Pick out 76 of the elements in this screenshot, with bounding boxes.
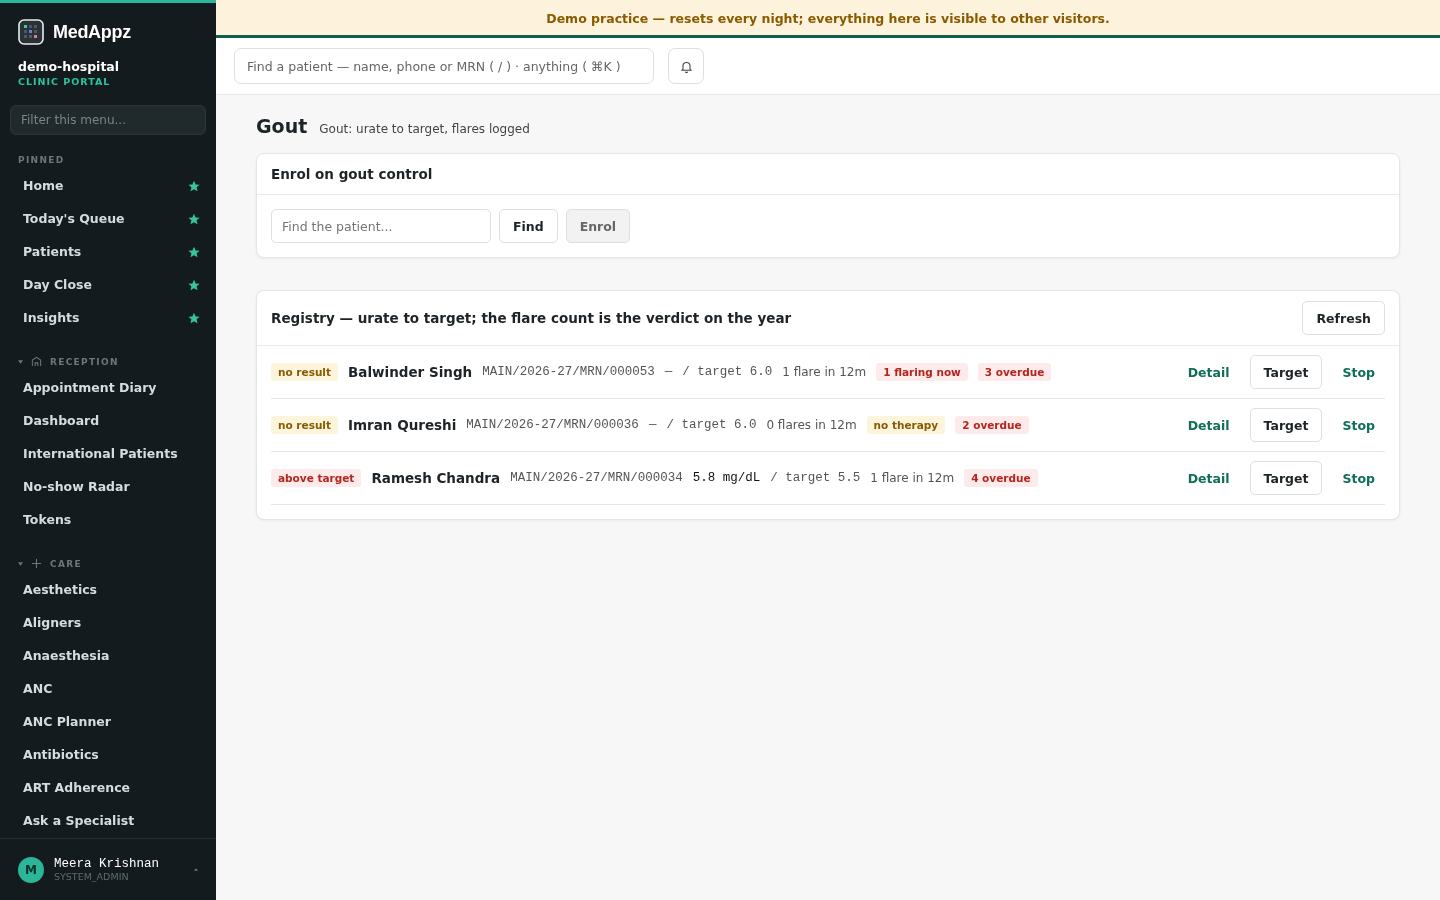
page-subtitle: Gout: urate to target, flares logged (319, 122, 530, 136)
stop-link[interactable]: Stop (1332, 470, 1385, 486)
status-tag: 1 flaring now (876, 363, 968, 381)
nav-item[interactable]: Patients (0, 235, 216, 268)
card-title: Enrol on gout control (257, 154, 1399, 195)
grid-logo-icon (18, 19, 44, 45)
flare-count: 1 flare in 12m (782, 365, 867, 379)
nav-item[interactable]: Today's Queue (0, 202, 216, 235)
patient-name: Ramesh Chandra (371, 470, 501, 486)
nav-item[interactable]: Aligners (0, 606, 216, 639)
section-heading: RECEPTION (50, 356, 119, 367)
patient-name: Imran Qureshi (348, 417, 457, 433)
nav-item[interactable]: Appointment Diary (0, 371, 216, 404)
section-heading: PINNED (17, 154, 66, 167)
stop-link[interactable]: Stop (1332, 417, 1385, 433)
target-button[interactable]: Target (1249, 461, 1323, 495)
nav-item[interactable]: Insights (0, 301, 216, 334)
patient-name: Balwinder Singh (348, 364, 473, 380)
nav-item[interactable]: Ask a Specialist (0, 804, 216, 837)
caret-icon (194, 868, 198, 871)
status-tag: above target (271, 469, 362, 487)
nav-item[interactable]: Antibiotics (0, 738, 216, 771)
avatar: M (18, 856, 44, 883)
refresh-button[interactable]: Refresh (1302, 301, 1385, 335)
search-field[interactable]: Find a patient — name, phone or MRN ( / ) · anything ( ⌘K ) (234, 48, 654, 84)
notifications-button[interactable] (668, 48, 704, 84)
urate-value: — (648, 418, 657, 432)
status-tag: no result (271, 363, 338, 381)
nav-item[interactable]: International Patients (0, 437, 216, 470)
bell-icon (679, 59, 693, 73)
target-text: / target 6.0 (666, 418, 757, 432)
target-button[interactable]: Target (1249, 355, 1323, 389)
target-text: / target 6.0 (682, 365, 773, 379)
portal-label: CLINIC PORTAL (17, 75, 112, 87)
nav-item[interactable]: Aesthetics (0, 573, 216, 606)
detail-link[interactable]: Detail (1177, 364, 1240, 380)
urate-value: 5.8 mg/dL (692, 471, 761, 485)
urate-value: — (664, 365, 673, 379)
user-role: SYSTEM_ADMIN (54, 871, 130, 882)
filter-field[interactable]: Filter this menu... (10, 105, 206, 135)
nav-item[interactable]: Dashboard (0, 404, 216, 437)
flare-count: 1 flare in 12m (870, 471, 955, 485)
target-text: / target 5.5 (770, 471, 861, 485)
mrn-text: MAIN/2026-27/MRN/000053 (482, 365, 655, 379)
find-button[interactable]: Find (499, 209, 558, 243)
status-tag: 3 overdue (977, 363, 1052, 381)
card-title: Registry — urate to target; the flare count is the verdict on the year (271, 310, 792, 326)
org-name: demo-hospital (17, 58, 121, 74)
status-tag: 2 overdue (955, 416, 1029, 434)
target-button[interactable]: Target (1249, 408, 1323, 442)
stop-link[interactable]: Stop (1332, 364, 1385, 380)
nav-item[interactable]: ANC (0, 672, 216, 705)
nav-item[interactable]: Home (0, 169, 216, 202)
status-tag: no result (271, 416, 338, 434)
nav-item[interactable]: Anaesthesia (0, 639, 216, 672)
detail-link[interactable]: Detail (1177, 417, 1240, 433)
brand-name: MedAppz (53, 21, 131, 43)
user-name: Meera Krishnan (54, 857, 161, 871)
demo-banner: Demo practice — resets every night; everything here is visible to other visitors. (216, 0, 1440, 38)
detail-link[interactable]: Detail (1177, 470, 1240, 486)
status-tag: no therapy (866, 416, 946, 434)
mrn-text: MAIN/2026-27/MRN/000034 (510, 471, 683, 485)
section-heading: CARE (50, 558, 82, 569)
mrn-text: MAIN/2026-27/MRN/000036 (466, 418, 639, 432)
plus-icon (31, 558, 42, 569)
flare-count: 0 flares in 12m (766, 418, 857, 432)
nav-item[interactable]: No-show Radar (0, 470, 216, 503)
user-menu[interactable]: M Meera Krishnan SYSTEM_ADMIN (0, 838, 216, 900)
page-title: Gout (256, 115, 308, 137)
nav-item[interactable]: ART Adherence (0, 771, 216, 804)
building-icon (31, 356, 42, 367)
patient-search-field[interactable]: Find the patient... (271, 209, 491, 243)
nav-item[interactable]: Tokens (0, 503, 216, 536)
nav-item[interactable]: Day Close (0, 268, 216, 301)
status-tag: 4 overdue (964, 469, 1038, 487)
nav-item[interactable]: ANC Planner (0, 705, 216, 738)
